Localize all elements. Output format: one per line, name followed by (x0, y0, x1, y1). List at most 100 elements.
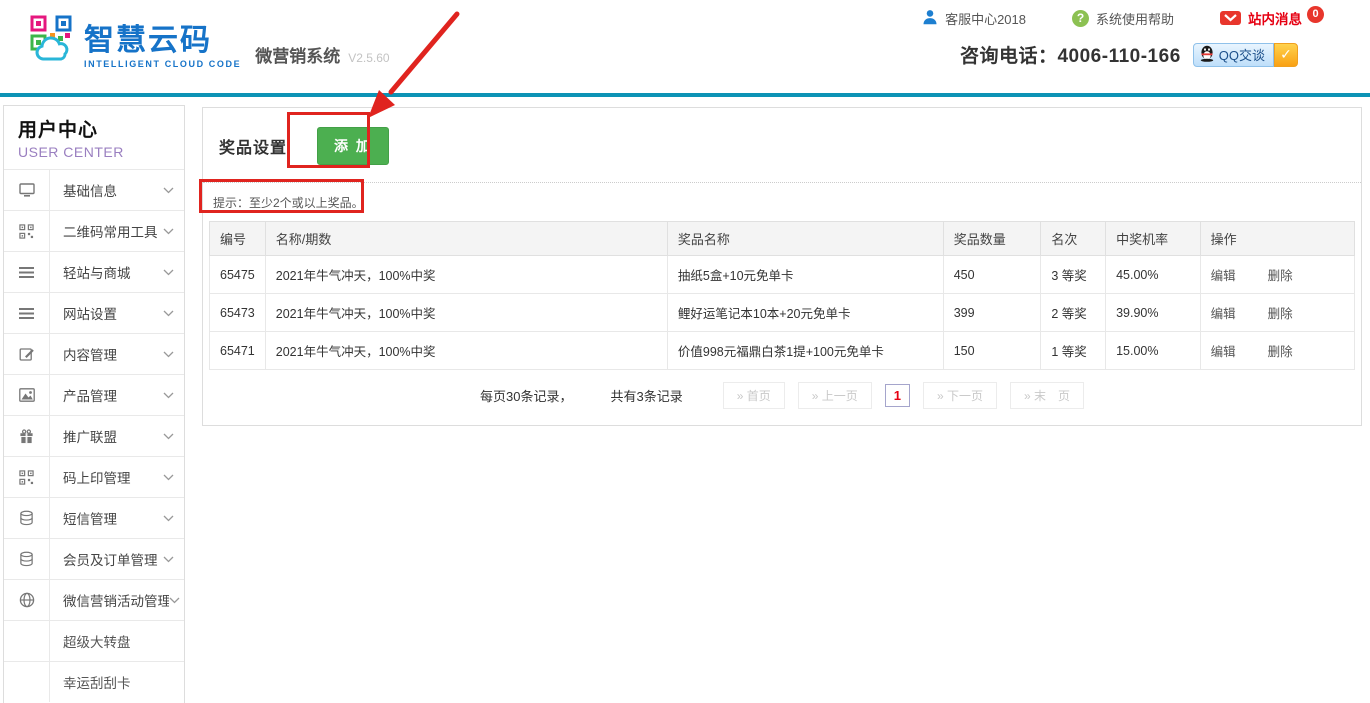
cell-name: 2021年牛气冲天，100%中奖 (265, 332, 667, 370)
cell-prize: 鲤好运笔记本10本+20元免单卡 (667, 294, 943, 332)
col-id: 编号 (210, 222, 266, 256)
system-help-link[interactable]: ? 系统使用帮助 (1072, 9, 1174, 28)
cell-prize: 抽纸5盒+10元免单卡 (667, 256, 943, 294)
top-header: 智慧云码 INTELLIGENT CLOUD CODE 微营销系统 V2.5.6… (0, 0, 1370, 97)
cell-qty: 150 (943, 332, 1041, 370)
service-center-label: 客服中心2018 (945, 9, 1026, 28)
chevron-down-icon (163, 392, 174, 399)
col-rate: 中奖机率 (1106, 222, 1201, 256)
col-prize: 奖品名称 (667, 222, 943, 256)
sidebar-item-promotion-alliance[interactable]: 推广联盟 (4, 415, 184, 456)
chevron-down-icon (163, 269, 174, 276)
chevron-down-icon (163, 351, 174, 358)
monitor-icon (4, 170, 50, 210)
table-row: 65473 2021年牛气冲天，100%中奖 鲤好运笔记本10本+20元免单卡 … (210, 294, 1355, 332)
service-center-link[interactable]: 客服中心2018 (922, 9, 1026, 28)
sidebar-item-label: 二维码常用工具 (50, 221, 163, 241)
sidebar-item-wechat-marketing[interactable]: 微信营销活动管理 (4, 579, 184, 620)
sidebar-item-content-management[interactable]: 内容管理 (4, 333, 184, 374)
total-records-text: 共有3条记录 (610, 386, 682, 405)
qrcode-icon (4, 457, 50, 497)
panel-header: 奖品设置 添 加 (203, 108, 1361, 183)
sidebar-item-label: 短信管理 (50, 508, 163, 528)
brand: 智慧云码 INTELLIGENT CLOUD CODE 微营销系统 V2.5.6… (30, 14, 390, 69)
chevron-down-icon (169, 597, 180, 604)
col-rank: 名次 (1041, 222, 1106, 256)
cell-rate: 15.00% (1106, 332, 1201, 370)
table-header-row: 编号 名称/期数 奖品名称 奖品数量 名次 中奖机率 操作 (210, 222, 1355, 256)
sidebar-item-label: 推广联盟 (50, 426, 163, 446)
system-help-label: 系统使用帮助 (1096, 9, 1174, 28)
cell-rank: 2 等奖 (1041, 294, 1106, 332)
col-qty: 奖品数量 (943, 222, 1041, 256)
chevron-down-icon (163, 310, 174, 317)
brand-text: 智慧云码 INTELLIGENT CLOUD CODE (84, 26, 241, 69)
table-row: 65475 2021年牛气冲天，100%中奖 抽纸5盒+10元免单卡 450 3… (210, 256, 1355, 294)
cell-qty: 399 (943, 294, 1041, 332)
chevron-down-icon (163, 556, 174, 563)
chevron-down-icon (163, 187, 174, 194)
product-version: V2.5.60 (348, 51, 389, 69)
current-page-button[interactable]: 1 (885, 384, 910, 407)
menu-lines-icon (4, 293, 50, 333)
delete-link[interactable]: 删除 (1268, 345, 1293, 359)
sidebar-item-product-management[interactable]: 产品管理 (4, 374, 184, 415)
delete-link[interactable]: 删除 (1268, 307, 1293, 321)
sidebar-header: 用户中心 USER CENTER (4, 106, 184, 169)
sidebar-item-site-settings[interactable]: 网站设置 (4, 292, 184, 333)
sidebar-item-label: 码上印管理 (50, 467, 163, 487)
sidebar-item-label: 微信营销活动管理 (50, 590, 169, 610)
sidebar-subitem-label: 幸运刮刮卡 (50, 672, 184, 692)
prev-page-button[interactable]: » 上一页 (798, 382, 872, 409)
menu-lines-icon (4, 252, 50, 292)
sidebar-subitem-scratch-card[interactable]: 幸运刮刮卡 (4, 661, 184, 702)
first-page-button[interactable]: » 首页 (723, 382, 785, 409)
last-page-button[interactable]: » 末 页 (1010, 382, 1084, 409)
next-page-button[interactable]: » 下一页 (923, 382, 997, 409)
qq-penguin-icon (1199, 45, 1215, 65)
cell-name: 2021年牛气冲天，100%中奖 (265, 256, 667, 294)
sidebar-item-member-order-management[interactable]: 会员及订单管理 (4, 538, 184, 579)
main-panel: 奖品设置 添 加 提示：至少2个或以上奖品。 编号 名称/期数 奖品名称 奖品数… (202, 107, 1362, 426)
sidebar-item-qrcode-tools[interactable]: 二维码常用工具 (4, 210, 184, 251)
brand-subtitle: INTELLIGENT CLOUD CODE (84, 59, 241, 69)
sidebar-title: 用户中心 (18, 115, 170, 142)
qq-chat-label: QQ交谈 (1219, 45, 1265, 64)
edit-icon (4, 334, 50, 374)
help-icon: ? (1072, 10, 1089, 27)
edit-link[interactable]: 编辑 (1211, 269, 1236, 283)
cell-prize: 价值998元福鼎白茶1提+100元免单卡 (667, 332, 943, 370)
sidebar-item-sms-management[interactable]: 短信管理 (4, 497, 184, 538)
sidebar-subitem-lucky-wheel[interactable]: 超级大转盘 (4, 620, 184, 661)
col-actions: 操作 (1200, 222, 1354, 256)
sidebar-item-basic-info[interactable]: 基础信息 (4, 169, 184, 210)
database-icon (4, 539, 50, 579)
delete-link[interactable]: 删除 (1268, 269, 1293, 283)
page-title: 奖品设置 (219, 134, 287, 158)
qrcode-icon (4, 211, 50, 251)
mail-icon (1220, 11, 1241, 25)
sidebar-item-code-print-management[interactable]: 码上印管理 (4, 456, 184, 497)
submenu-indent (4, 621, 50, 661)
cell-id: 65473 (210, 294, 266, 332)
sidebar-item-label: 基础信息 (50, 180, 163, 200)
chevron-down-icon (163, 433, 174, 440)
phone-number: 咨询电话：4006-110-166 (960, 41, 1181, 68)
product-name: 微营销系统 (255, 42, 340, 69)
edit-link[interactable]: 编辑 (1211, 345, 1236, 359)
table-row: 65471 2021年牛气冲天，100%中奖 价值998元福鼎白茶1提+100元… (210, 332, 1355, 370)
cell-id: 65471 (210, 332, 266, 370)
database-icon (4, 498, 50, 538)
edit-link[interactable]: 编辑 (1211, 307, 1236, 321)
add-prize-button[interactable]: 添 加 (317, 127, 389, 165)
sidebar-item-lite-site-mall[interactable]: 轻站与商城 (4, 251, 184, 292)
chevron-down-icon (163, 474, 174, 481)
image-icon (4, 375, 50, 415)
chevron-down-icon (163, 228, 174, 235)
cell-id: 65475 (210, 256, 266, 294)
qq-chat-group: QQ交谈 ✓ (1193, 43, 1298, 67)
qq-chat-button[interactable]: QQ交谈 (1193, 43, 1274, 67)
sidebar-subtitle: USER CENTER (18, 144, 170, 160)
site-messages-link[interactable]: 站内消息 0 (1220, 8, 1324, 28)
cell-qty: 450 (943, 256, 1041, 294)
